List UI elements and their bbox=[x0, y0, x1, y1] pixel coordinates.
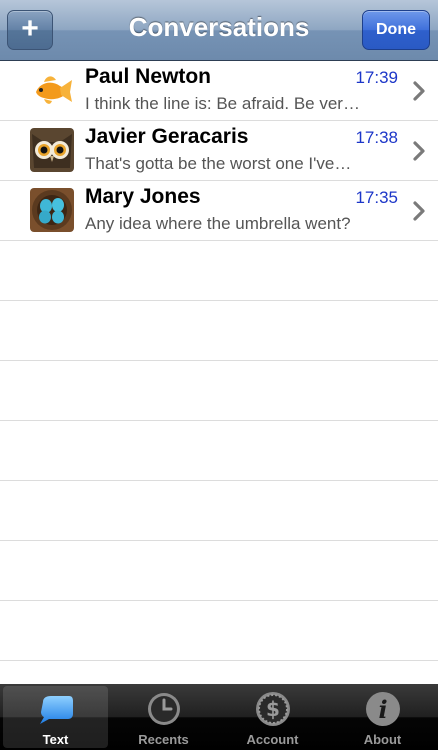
dollar-coin-icon: $ bbox=[256, 692, 290, 726]
chevron-right-icon bbox=[413, 141, 425, 161]
conversation-row[interactable]: Paul Newton 17:39 I think the line is: B… bbox=[0, 61, 438, 121]
speech-bubble-icon bbox=[40, 696, 73, 724]
clock-icon bbox=[148, 693, 180, 725]
navigation-bar: + Conversations Done bbox=[0, 0, 438, 61]
empty-row bbox=[0, 541, 438, 601]
message-time: 17:35 bbox=[355, 188, 398, 207]
contact-name: Javier Geracaris bbox=[85, 125, 249, 148]
conversation-row[interactable]: Mary Jones 17:35 Any idea where the umbr… bbox=[0, 181, 438, 241]
conversation-row[interactable]: Javier Geracaris 17:38 That's gotta be t… bbox=[0, 121, 438, 181]
empty-row bbox=[0, 421, 438, 481]
message-time: 17:38 bbox=[355, 128, 398, 147]
conversation-list: Paul Newton 17:39 I think the line is: B… bbox=[0, 61, 438, 684]
message-time: 17:39 bbox=[355, 68, 398, 87]
message-preview: That's gotta be the worst one I've… bbox=[85, 154, 352, 173]
empty-row bbox=[0, 301, 438, 361]
tab-about[interactable]: i About bbox=[330, 686, 435, 748]
tab-label: Account bbox=[246, 732, 299, 747]
empty-row bbox=[0, 361, 438, 421]
chevron-right-icon bbox=[413, 81, 425, 101]
tab-label: Text bbox=[42, 732, 69, 747]
owl-icon bbox=[30, 128, 74, 172]
tab-account[interactable]: $ Account bbox=[220, 686, 325, 748]
tab-bar: Text Recents $ Account i About bbox=[0, 684, 438, 750]
empty-row bbox=[0, 241, 438, 301]
empty-row bbox=[0, 601, 438, 661]
tab-label: Recents bbox=[138, 732, 189, 747]
svg-text:$: $ bbox=[266, 697, 280, 721]
message-preview: Any idea where the umbrella went? bbox=[85, 214, 351, 233]
goldfish-icon bbox=[30, 68, 74, 112]
contact-name: Mary Jones bbox=[85, 185, 201, 208]
empty-row bbox=[0, 481, 438, 541]
message-preview: I think the line is: Be afraid. Be ver… bbox=[85, 94, 360, 113]
bird-eggs-icon bbox=[30, 188, 74, 232]
contact-name: Paul Newton bbox=[85, 65, 212, 88]
done-button[interactable]: Done bbox=[362, 10, 430, 50]
info-icon: i bbox=[366, 692, 400, 726]
tab-recents[interactable]: Recents bbox=[111, 686, 216, 748]
tab-text[interactable]: Text bbox=[3, 686, 108, 748]
chevron-right-icon bbox=[413, 201, 425, 221]
svg-text:i: i bbox=[378, 695, 387, 724]
tab-label: About bbox=[363, 732, 402, 747]
